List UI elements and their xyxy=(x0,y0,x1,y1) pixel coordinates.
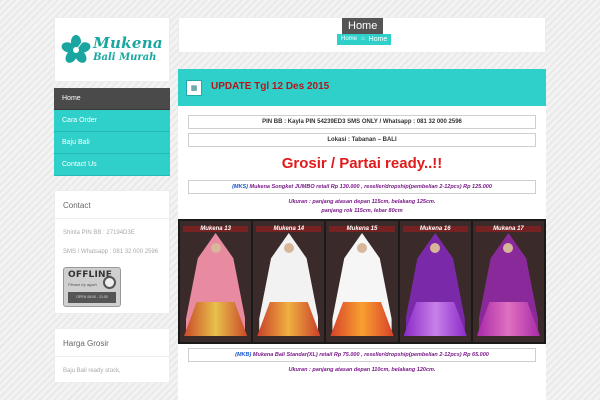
post-content: PIN BB : Kayla PIN 54239ED3 SMS ONLY / W… xyxy=(178,106,546,400)
harga-widget: Harga Grosir Baju Bali ready stock, xyxy=(54,328,170,383)
product-gallery: Mukena 13 Mukena 14 Mukena 15 Mukena 16 xyxy=(178,219,546,344)
breadcrumb-home-link[interactable]: Home xyxy=(341,34,357,45)
product-photo[interactable]: Mukena 17 xyxy=(472,221,545,342)
mks-size-note: Ukuran : panjang atasan depan 115cm, bel… xyxy=(188,198,536,216)
contact-widget: Contact Shinta PIN BB : 27194D3E SMS / W… xyxy=(54,190,170,314)
post-header: ▦ UPDATE Tgl 12 Des 2015 xyxy=(178,69,546,106)
harga-text: Baju Bali ready stock, xyxy=(63,368,121,374)
nav-item-cara-order[interactable]: Cara Order xyxy=(54,110,170,132)
calendar-icon: ▦ xyxy=(186,80,202,96)
mks-size-2: panjang rok 115cm, lebar 80cm xyxy=(321,208,403,214)
sidebar: Mukena Bali Murah Home Cara Order Baju B… xyxy=(54,17,170,383)
product-photo-caption: Mukena 14 xyxy=(256,226,322,232)
hibiscus-logo-icon xyxy=(61,34,91,65)
product-photo[interactable]: Mukena 13 xyxy=(180,221,252,342)
product-photo-caption: Mukena 15 xyxy=(329,226,395,232)
product-photo-caption: Mukena 13 xyxy=(183,226,249,232)
site-logo[interactable]: Mukena Bali Murah xyxy=(54,17,170,82)
offline-status-badge[interactable]: OFFLINE Please try again OPEN 08:00 - 21… xyxy=(63,267,121,307)
mkb-size-note: Ukuran : panjang atasan depan 110cm, bel… xyxy=(188,366,536,375)
product-photo-caption: Mukena 17 xyxy=(475,226,542,232)
offline-badge-hours: OPEN 08:00 - 21:00 xyxy=(68,292,116,303)
product-photo-caption: Mukena 16 xyxy=(402,226,468,232)
mks-code: (MKS) xyxy=(232,184,248,190)
contact-sms: SMS / Whatsapp : 081 32 000 2596 xyxy=(63,249,159,255)
page-header: Home Home ⌂ Home xyxy=(178,17,546,53)
clock-icon xyxy=(103,276,116,289)
home-icon: ⌂ xyxy=(361,36,365,42)
mkb-price-text: Mukena Bali Standar(XL) retail Rp 75.000… xyxy=(251,352,489,358)
harga-widget-title: Harga Grosir xyxy=(55,329,169,357)
contact-pin: Shinta PIN BB : 27194D3E xyxy=(63,230,135,236)
mks-size-1: Ukuran : panjang atasan depan 115cm, bel… xyxy=(288,199,436,205)
post-title[interactable]: UPDATE Tgl 12 Des 2015 xyxy=(211,81,329,92)
contact-widget-title: Contact xyxy=(55,191,169,219)
mkb-price-line: (MKB) Mukena Bali Standar(XL) retail Rp … xyxy=(188,348,536,362)
nav-item-home[interactable]: Home xyxy=(54,88,170,110)
main-content: Home Home ⌂ Home ▦ UPDATE Tgl 12 Des 201… xyxy=(178,17,546,400)
page-title: Home xyxy=(342,18,384,34)
product-photo[interactable]: Mukena 15 xyxy=(326,221,398,342)
pin-contact-line: PIN BB : Kayla PIN 54239ED3 SMS ONLY / W… xyxy=(188,115,536,129)
nav-item-baju-bali[interactable]: Baju Bali xyxy=(54,132,170,154)
main-nav: Home Cara Order Baju Bali Contact Us xyxy=(54,88,170,176)
mkb-size-1: Ukuran : panjang atasan depan 110cm, bel… xyxy=(288,367,436,373)
nav-item-contact-us[interactable]: Contact Us xyxy=(54,154,170,176)
breadcrumb-current: Home xyxy=(368,36,388,43)
mks-price-line: (MKS) Mukena Songket JUMBO retail Rp 130… xyxy=(188,180,536,194)
lokasi-line: Lokasi : Tabanan – BALI xyxy=(188,133,536,147)
mkb-code: (MKB) xyxy=(235,352,252,358)
product-photo[interactable]: Mukena 16 xyxy=(399,221,471,342)
mks-price-text: Mukena Songket JUMBO retail Rp 130.000 ,… xyxy=(247,184,492,190)
product-photo[interactable]: Mukena 14 xyxy=(253,221,325,342)
logo-title: Mukena xyxy=(93,34,163,52)
logo-subtitle: Bali Murah xyxy=(93,52,157,63)
headline: Grosir / Partai ready..!! xyxy=(281,155,443,172)
breadcrumb: Home ⌂ Home xyxy=(337,34,392,45)
